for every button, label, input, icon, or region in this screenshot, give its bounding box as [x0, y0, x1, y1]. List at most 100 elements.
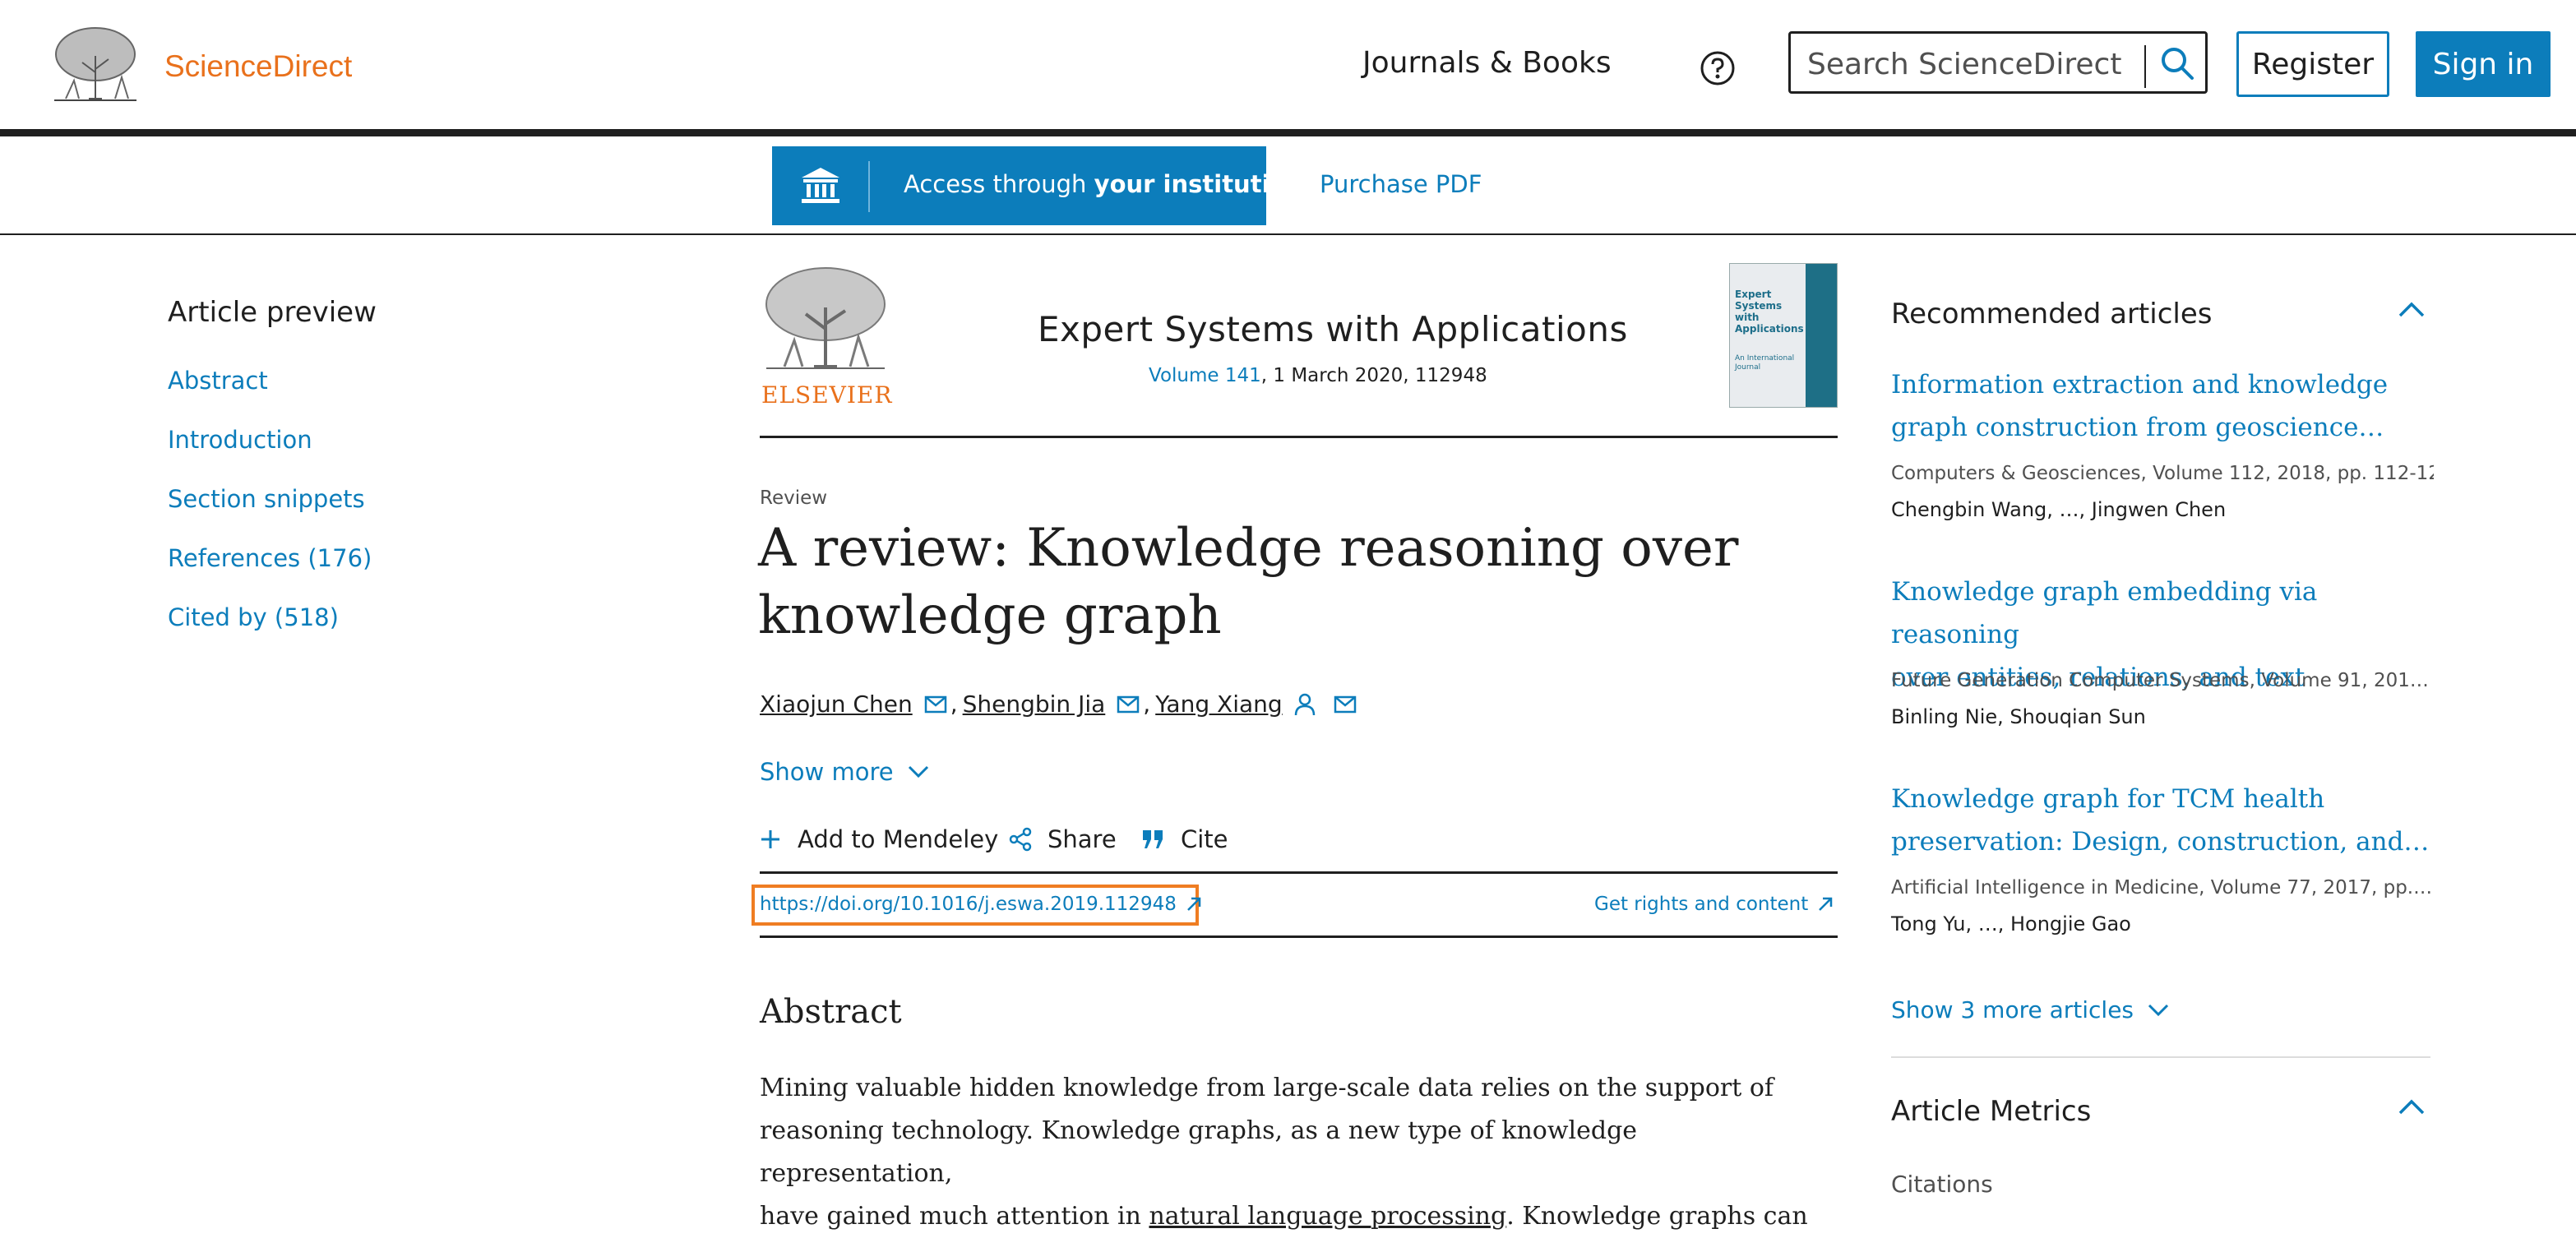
rec-title-line: Knowledge graph embedding via reasoning — [1891, 577, 2318, 649]
register-button[interactable]: Register — [2236, 31, 2389, 97]
access-prefix: Access through — [904, 170, 1094, 198]
recommended-heading: Recommended articles — [1891, 298, 2213, 330]
cover-title: Expert Systems with Applications — [1735, 289, 1804, 335]
help-icon[interactable] — [1700, 50, 1736, 86]
share-label: Share — [1048, 825, 1117, 853]
search-separator — [2144, 45, 2146, 88]
cover-subtitle: An International Journal — [1735, 354, 1795, 372]
plus-icon — [760, 829, 781, 850]
recommended-article-source: Future Generation Computer Systems, Volu… — [1891, 670, 2429, 691]
doi-text: https://doi.org/10.1016/j.eswa.2019.1129… — [760, 894, 1177, 915]
article-title: A review: Knowledge reasoning over knowl… — [758, 515, 1738, 649]
chevron-down-icon — [2147, 1003, 2170, 1018]
access-label: Access through your institution — [904, 170, 1303, 198]
nlp-topic-link[interactable]: natural language processing — [1149, 1202, 1506, 1231]
toc-item-section-snippets[interactable]: Section snippets — [168, 485, 365, 513]
abstract-text: Mining valuable hidden knowledge from la… — [760, 1067, 1820, 1238]
show-more-articles-button[interactable]: Show 3 more articles — [1891, 996, 2170, 1023]
author-name[interactable]: Shengbin Jia — [963, 691, 1106, 718]
rec-title-line: Information extraction and knowledge — [1891, 370, 2389, 400]
abstract-line: reasoning technology. Knowledge graphs, … — [760, 1116, 1638, 1188]
site-header: ScienceDirect Journals & Books Search Sc… — [0, 0, 2576, 130]
toc-item-abstract[interactable]: Abstract — [168, 367, 268, 395]
toc-item-introduction[interactable]: Introduction — [168, 426, 312, 454]
rec-title-line: preservation: Design, construction, and… — [1891, 827, 2430, 857]
access-bar: Access through your institution Purchase… — [0, 136, 2576, 235]
recommended-article-authors: Binling Nie, Shouqian Sun — [1891, 705, 2146, 728]
institution-icon — [800, 166, 841, 206]
share-icon — [1008, 827, 1033, 852]
cover-stripe — [1806, 264, 1837, 407]
recommended-article-title[interactable]: Information extraction and knowledge gra… — [1891, 363, 2434, 449]
citations-label: Citations — [1891, 1171, 1993, 1198]
cite-icon — [1141, 829, 1164, 850]
metrics-heading: Article Metrics — [1891, 1095, 2092, 1128]
show-more-button[interactable]: Show more — [760, 758, 930, 786]
recommended-article-authors: Chengbin Wang, …, Jingwen Chen — [1891, 498, 2227, 521]
brand-wordmark[interactable]: ScienceDirect — [164, 49, 352, 84]
show-more-label: Show more — [760, 758, 894, 786]
chevron-up-icon[interactable] — [2398, 1098, 2426, 1116]
external-link-icon — [1816, 895, 1834, 913]
author-separator: , — [950, 691, 958, 718]
abstract-heading: Abstract — [760, 993, 902, 1031]
cite-label: Cite — [1181, 825, 1228, 853]
chevron-down-icon — [907, 765, 930, 779]
article-title-line1: A review: Knowledge reasoning over — [758, 518, 1739, 579]
elsevier-tree-logo[interactable] — [49, 23, 141, 104]
article-type: Review — [760, 487, 828, 509]
journals-books-link[interactable]: Journals & Books — [1362, 46, 1612, 80]
recommended-article-title[interactable]: Knowledge graph for TCM health preservat… — [1891, 778, 2434, 863]
doi-top-rule — [760, 871, 1838, 874]
chevron-up-icon[interactable] — [2398, 301, 2426, 319]
purchase-pdf-link[interactable]: Purchase PDF — [1320, 170, 1482, 198]
abstract-text-pre: have gained much attention in — [760, 1202, 1149, 1231]
rec-title-line: Knowledge graph for TCM health — [1891, 784, 2325, 814]
access-divider — [868, 161, 870, 212]
journal-cover[interactable]: Expert Systems with Applications An Inte… — [1729, 263, 1838, 408]
author-list: Xiaojun Chen , Shengbin Jia , Yang Xiang — [760, 691, 1357, 718]
access-institution-button[interactable]: Access through your institution — [772, 146, 1303, 225]
search-icon[interactable] — [2159, 45, 2195, 81]
external-link-icon — [1185, 895, 1203, 913]
rec-title-line: graph construction from geoscience… — [1891, 413, 2384, 442]
volume-rest: , 1 March 2020, 112948 — [1260, 365, 1487, 386]
search-placeholder: Search ScienceDirect — [1807, 48, 2122, 81]
signin-button[interactable]: Sign in — [2416, 31, 2551, 97]
journal-title[interactable]: Expert Systems with Applications — [1038, 309, 1628, 349]
mail-icon[interactable] — [1117, 695, 1140, 714]
doi-link[interactable]: https://doi.org/10.1016/j.eswa.2019.1129… — [760, 894, 1203, 915]
abstract-text-post: . Knowledge graphs can — [1506, 1202, 1808, 1231]
mendeley-button[interactable]: Add to Mendeley — [760, 825, 998, 853]
doi-bottom-rule — [760, 935, 1838, 938]
header-divider — [0, 129, 2576, 136]
sidebar-divider — [1891, 1056, 2430, 1058]
access-bar-divider — [0, 233, 2576, 235]
toc-item-cited-by[interactable]: Cited by (518) — [168, 603, 339, 631]
abstract-line: Mining valuable hidden knowledge from la… — [760, 1074, 1774, 1102]
rights-link[interactable]: Get rights and content — [1594, 894, 1834, 915]
show-more-articles-label: Show 3 more articles — [1891, 996, 2134, 1023]
article-title-line2: knowledge graph — [758, 585, 1222, 646]
volume-link[interactable]: Volume 141 — [1149, 365, 1261, 386]
search-input[interactable]: Search ScienceDirect — [1788, 31, 2208, 94]
mail-icon[interactable] — [1334, 695, 1357, 714]
recommended-article-authors: Tong Yu, …, Hongjie Gao — [1891, 912, 2131, 935]
rights-text: Get rights and content — [1594, 894, 1809, 915]
abstract-line: have gained much attention in natural la… — [760, 1195, 1820, 1238]
author-name[interactable]: Xiaojun Chen — [760, 691, 913, 718]
mail-icon[interactable] — [924, 695, 947, 714]
mendeley-label: Add to Mendeley — [798, 825, 999, 853]
person-icon[interactable] — [1294, 693, 1316, 716]
access-bold: your institution — [1094, 170, 1304, 198]
author-name[interactable]: Yang Xiang — [1155, 691, 1282, 718]
toc-item-references[interactable]: References (176) — [168, 544, 372, 572]
journal-header-rule — [760, 436, 1838, 438]
elsevier-wordmark: ELSEVIER — [761, 381, 893, 409]
toc-title: Article preview — [168, 296, 377, 329]
recommended-article-source: Computers & Geosciences, Volume 112, 201… — [1891, 463, 2434, 484]
cite-button[interactable]: Cite — [1141, 825, 1228, 853]
elsevier-logo[interactable] — [760, 261, 891, 385]
journal-meta: Volume 141, 1 March 2020, 112948 — [1149, 365, 1487, 386]
share-button[interactable]: Share — [1008, 825, 1117, 853]
